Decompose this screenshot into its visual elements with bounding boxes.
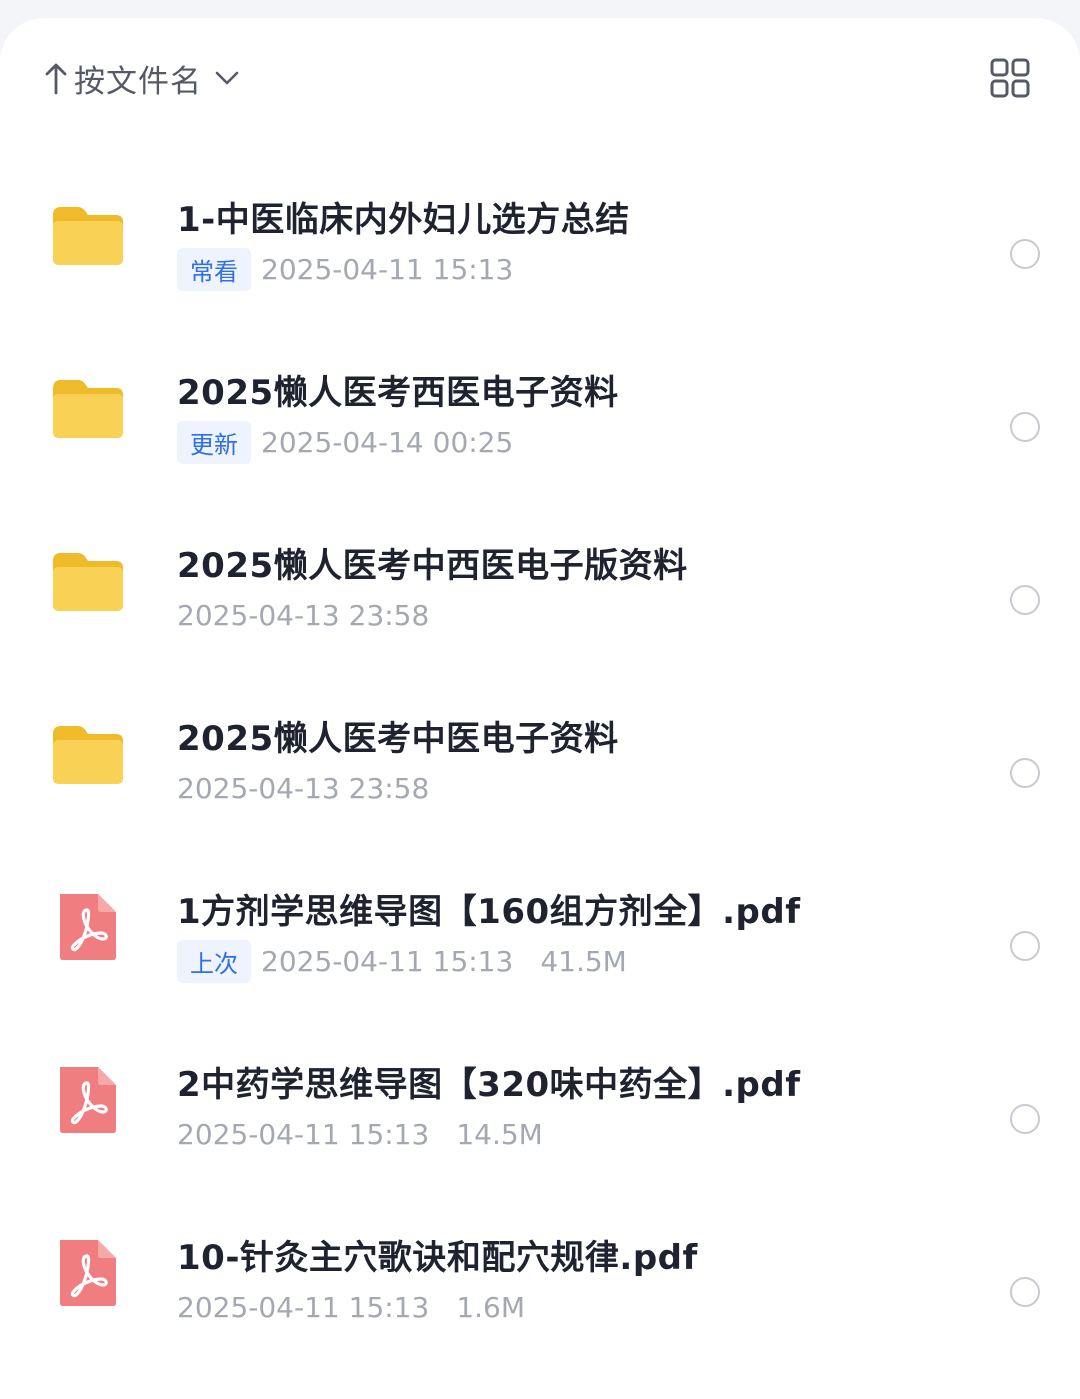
file-row[interactable]: 2025懒人医考中医电子资料 2025-04-13 23:58	[0, 663, 1080, 836]
file-row[interactable]: 2中药学思维导图【320味中药全】.pdf 2025-04-11 15:13 14.…	[0, 1009, 1080, 1182]
select-radio[interactable]	[1010, 585, 1040, 615]
file-meta: 2025-04-13 23:58	[177, 768, 429, 808]
folder-icon	[50, 545, 126, 617]
file-name: 1-中医临床内外妇儿选方总结	[177, 200, 630, 240]
select-radio[interactable]	[1010, 758, 1040, 788]
sort-by-name-button[interactable]: 按文件名	[44, 54, 240, 102]
file-name: 10-针灸主穴歌诀和配穴规律.pdf	[177, 1238, 698, 1278]
folder-icon	[50, 718, 126, 790]
folder-icon	[50, 199, 126, 271]
file-date: 2025-04-14 00:25	[261, 425, 514, 459]
file-date: 2025-04-13 23:58	[177, 598, 430, 632]
file-name: 2025懒人医考中西医电子版资料	[177, 546, 688, 586]
file-size: 14.5M	[456, 1117, 543, 1151]
file-row[interactable]: 2025懒人医考中西医电子版资料 2025-04-13 23:58	[0, 490, 1080, 663]
select-radio[interactable]	[1010, 931, 1040, 961]
file-size: 1.6M	[456, 1290, 526, 1324]
file-size: 41.5M	[540, 944, 627, 978]
pdf-icon	[50, 1237, 126, 1309]
status-badge: 上次	[177, 939, 251, 983]
chevron-down-icon	[215, 71, 239, 85]
select-radio[interactable]	[1010, 1104, 1040, 1134]
file-meta: 更新 2025-04-14 00:25	[177, 420, 514, 464]
file-row[interactable]: 10-针灸主穴歌诀和配穴规律.pdf 2025-04-11 15:13 1.6M	[0, 1182, 1080, 1355]
file-browser-panel: 按文件名 1-中医临床内外妇儿选方总结 常看 2025-04-11 15:13 202…	[0, 18, 1080, 1399]
file-meta: 2025-04-11 15:13 1.6M	[177, 1287, 525, 1327]
file-list: 1-中医临床内外妇儿选方总结常看 2025-04-11 15:13 2025懒人医考…	[0, 144, 1080, 1355]
file-date: 2025-04-11 15:13	[177, 1290, 430, 1324]
grid-view-icon[interactable]	[988, 56, 1032, 100]
pdf-icon	[50, 1064, 126, 1136]
file-meta: 2025-04-13 23:58	[177, 595, 429, 635]
arrow-up-icon	[45, 63, 67, 95]
status-badge: 更新	[177, 420, 251, 464]
file-meta: 常看 2025-04-11 15:13	[177, 247, 514, 291]
select-radio[interactable]	[1010, 239, 1040, 269]
file-row[interactable]: 1方剂学思维导图【160组方剂全】.pdf 上次 2025-04-11 15:13 4…	[0, 836, 1080, 1009]
file-date: 2025-04-11 15:13	[261, 944, 514, 978]
status-badge: 常看	[177, 247, 251, 291]
sort-label: 按文件名	[74, 63, 202, 100]
file-name: 1方剂学思维导图【160组方剂全】.pdf	[177, 892, 801, 932]
file-date: 2025-04-11 15:13	[261, 252, 514, 286]
file-meta: 上次 2025-04-11 15:13 41.5M	[177, 939, 627, 983]
file-name: 2中药学思维导图【320味中药全】.pdf	[177, 1065, 801, 1105]
file-name: 2025懒人医考西医电子资料	[177, 373, 619, 413]
select-radio[interactable]	[1010, 412, 1040, 442]
file-row[interactable]: 2025懒人医考西医电子资料更新 2025-04-14 00:25	[0, 317, 1080, 490]
pdf-icon	[50, 891, 126, 963]
sort-toolbar: 按文件名	[0, 18, 1080, 136]
file-date: 2025-04-11 15:13	[177, 1117, 430, 1151]
folder-icon	[50, 372, 126, 444]
select-radio[interactable]	[1010, 1277, 1040, 1307]
file-name: 2025懒人医考中医电子资料	[177, 719, 619, 759]
file-date: 2025-04-13 23:58	[177, 771, 430, 805]
file-meta: 2025-04-11 15:13 14.5M	[177, 1114, 543, 1154]
file-row[interactable]: 1-中医临床内外妇儿选方总结常看 2025-04-11 15:13	[0, 144, 1080, 317]
